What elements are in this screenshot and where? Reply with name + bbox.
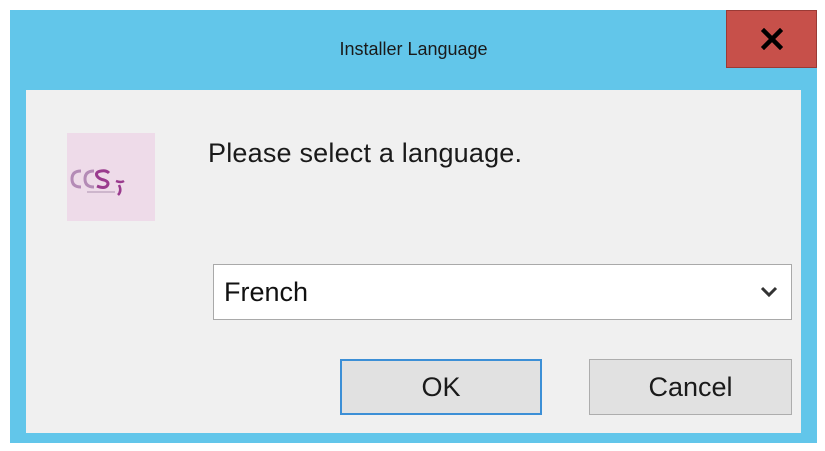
cancel-button[interactable]: Cancel (589, 359, 792, 415)
installer-language-window: Installer Language Please select a langu… (10, 10, 817, 443)
ok-button[interactable]: OK (340, 359, 542, 415)
title-bar[interactable]: Installer Language (10, 10, 817, 89)
language-select[interactable]: French (213, 264, 792, 320)
language-select-value: French (224, 277, 309, 307)
ocs-logo-icon (67, 133, 155, 221)
close-button[interactable] (726, 10, 817, 68)
language-prompt: Please select a language. (208, 138, 523, 168)
dialog-body: Please select a language. French OK Canc… (26, 90, 801, 433)
window-title: Installer Language (339, 39, 488, 59)
close-icon (760, 28, 783, 50)
chevron-down-icon (760, 286, 778, 298)
